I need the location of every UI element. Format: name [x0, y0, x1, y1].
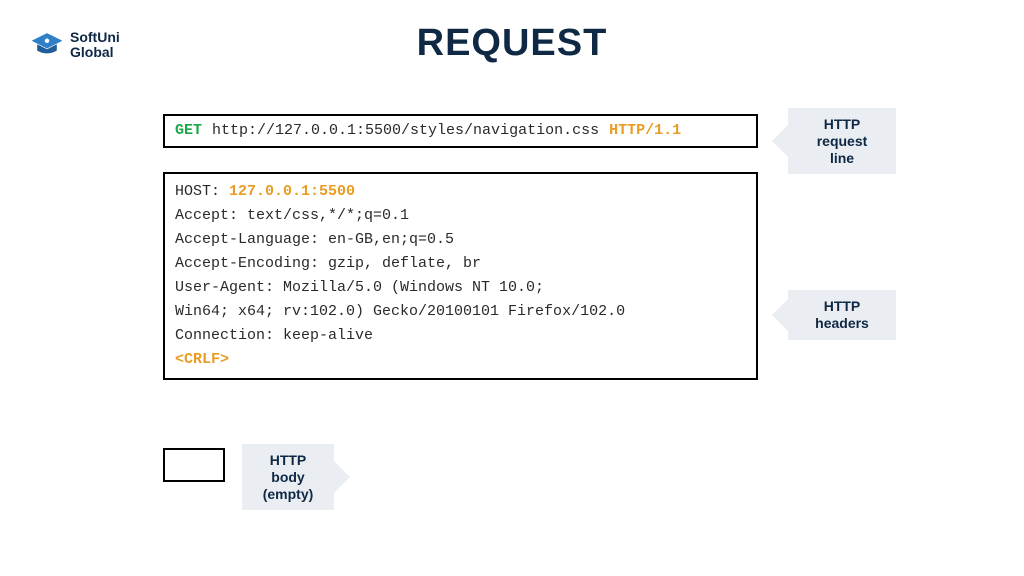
http-url: http://127.0.0.1:5500/styles/navigation.… [212, 119, 599, 143]
callout-label: HTTP request line [788, 108, 896, 174]
callout-body: HTTP body (empty) [242, 444, 350, 510]
http-request-line-box: GET http://127.0.0.1:5500/styles/navigat… [163, 114, 758, 148]
header-line: Connection: keep-alive [175, 324, 746, 348]
http-headers-box: HOST: 127.0.0.1:5500 Accept: text/css,*/… [163, 172, 758, 380]
header-line: Accept-Encoding: gzip, deflate, br [175, 252, 746, 276]
slide: SoftUni Global REQUEST GET http://127.0.… [0, 0, 1024, 576]
crlf-marker: <CRLF> [175, 348, 746, 372]
header-host-value: 127.0.0.1:5500 [229, 183, 355, 200]
header-line: Accept-Language: en-GB,en;q=0.5 [175, 228, 746, 252]
arrow-left-icon [772, 125, 788, 157]
header-line: Win64; x64; rv:102.0) Gecko/20100101 Fir… [175, 300, 746, 324]
callout-request-line: HTTP request line [772, 108, 896, 174]
callout-headers: HTTP headers [772, 290, 896, 340]
callout-label: HTTP body (empty) [242, 444, 334, 510]
page-title: REQUEST [0, 22, 1024, 65]
arrow-right-icon [334, 461, 350, 493]
arrow-left-icon [772, 299, 788, 331]
header-line: User-Agent: Mozilla/5.0 (Windows NT 10.0… [175, 276, 746, 300]
http-method: GET [175, 119, 202, 143]
http-version: HTTP/1.1 [609, 119, 681, 143]
http-body-box [163, 448, 225, 482]
header-line: Accept: text/css,*/*;q=0.1 [175, 204, 746, 228]
header-host: HOST: 127.0.0.1:5500 [175, 180, 746, 204]
callout-label: HTTP headers [788, 290, 896, 340]
